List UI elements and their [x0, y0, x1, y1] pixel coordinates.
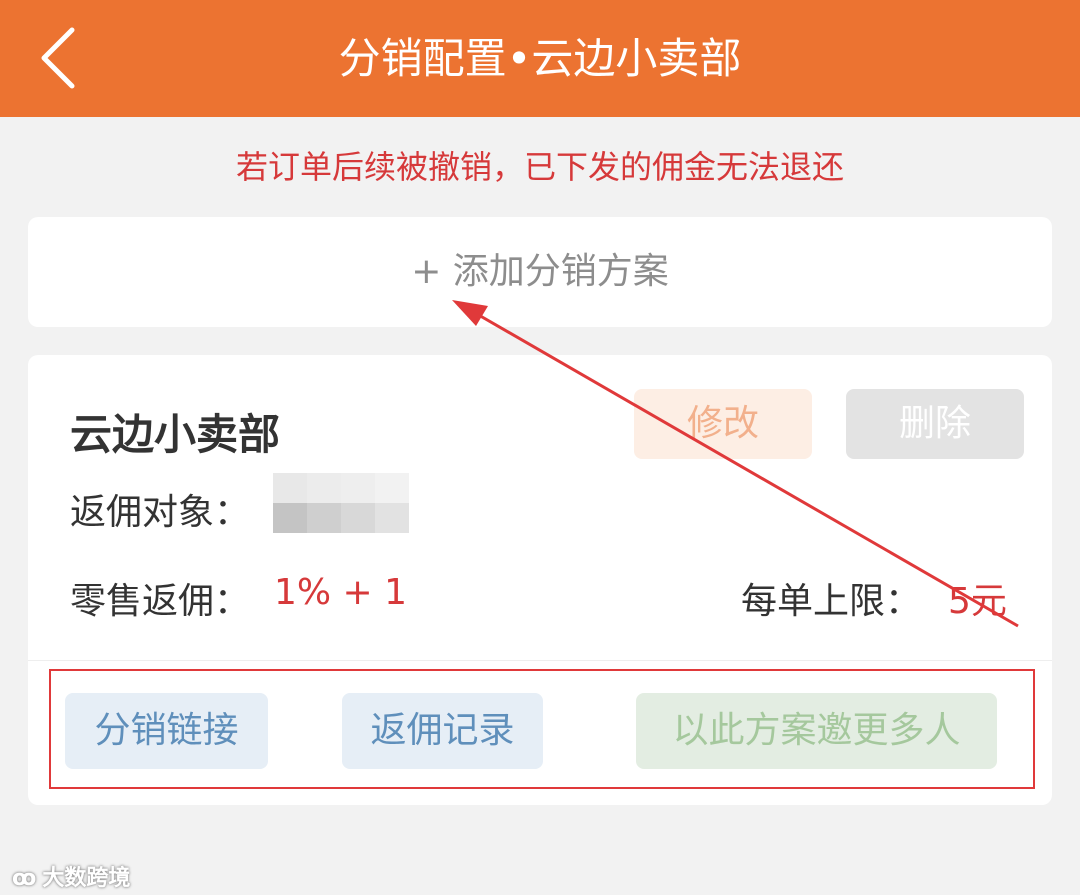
add-plan-button[interactable]: + 添加分销方案	[28, 217, 1052, 327]
edit-button[interactable]: 修改	[634, 389, 812, 459]
delete-button[interactable]: 删除	[846, 389, 1024, 459]
retail-commission-value: 1% + 1	[274, 572, 408, 613]
order-limit-value: 5元	[948, 581, 1007, 622]
blurred-target-name	[273, 473, 409, 533]
top-bar: 分销配置•云边小卖部	[0, 0, 1080, 117]
order-limit-label: 每单上限：	[741, 581, 922, 622]
watermark: ꝏ 大数跨境	[12, 860, 130, 892]
warning-notice: 若订单后续被撤销，已下发的佣金无法退还	[235, 148, 844, 186]
annotation-highlight-box	[49, 669, 1035, 789]
retail-commission-label: 零售返佣：	[70, 581, 251, 622]
target-label: 返佣对象：	[70, 492, 251, 533]
divider	[28, 660, 1052, 661]
watermark-logo-icon: ꝏ	[12, 866, 37, 891]
plan-name: 云边小卖部	[70, 410, 281, 459]
page-title: 分销配置•云边小卖部	[338, 34, 742, 83]
watermark-text: 大数跨境	[42, 866, 131, 891]
